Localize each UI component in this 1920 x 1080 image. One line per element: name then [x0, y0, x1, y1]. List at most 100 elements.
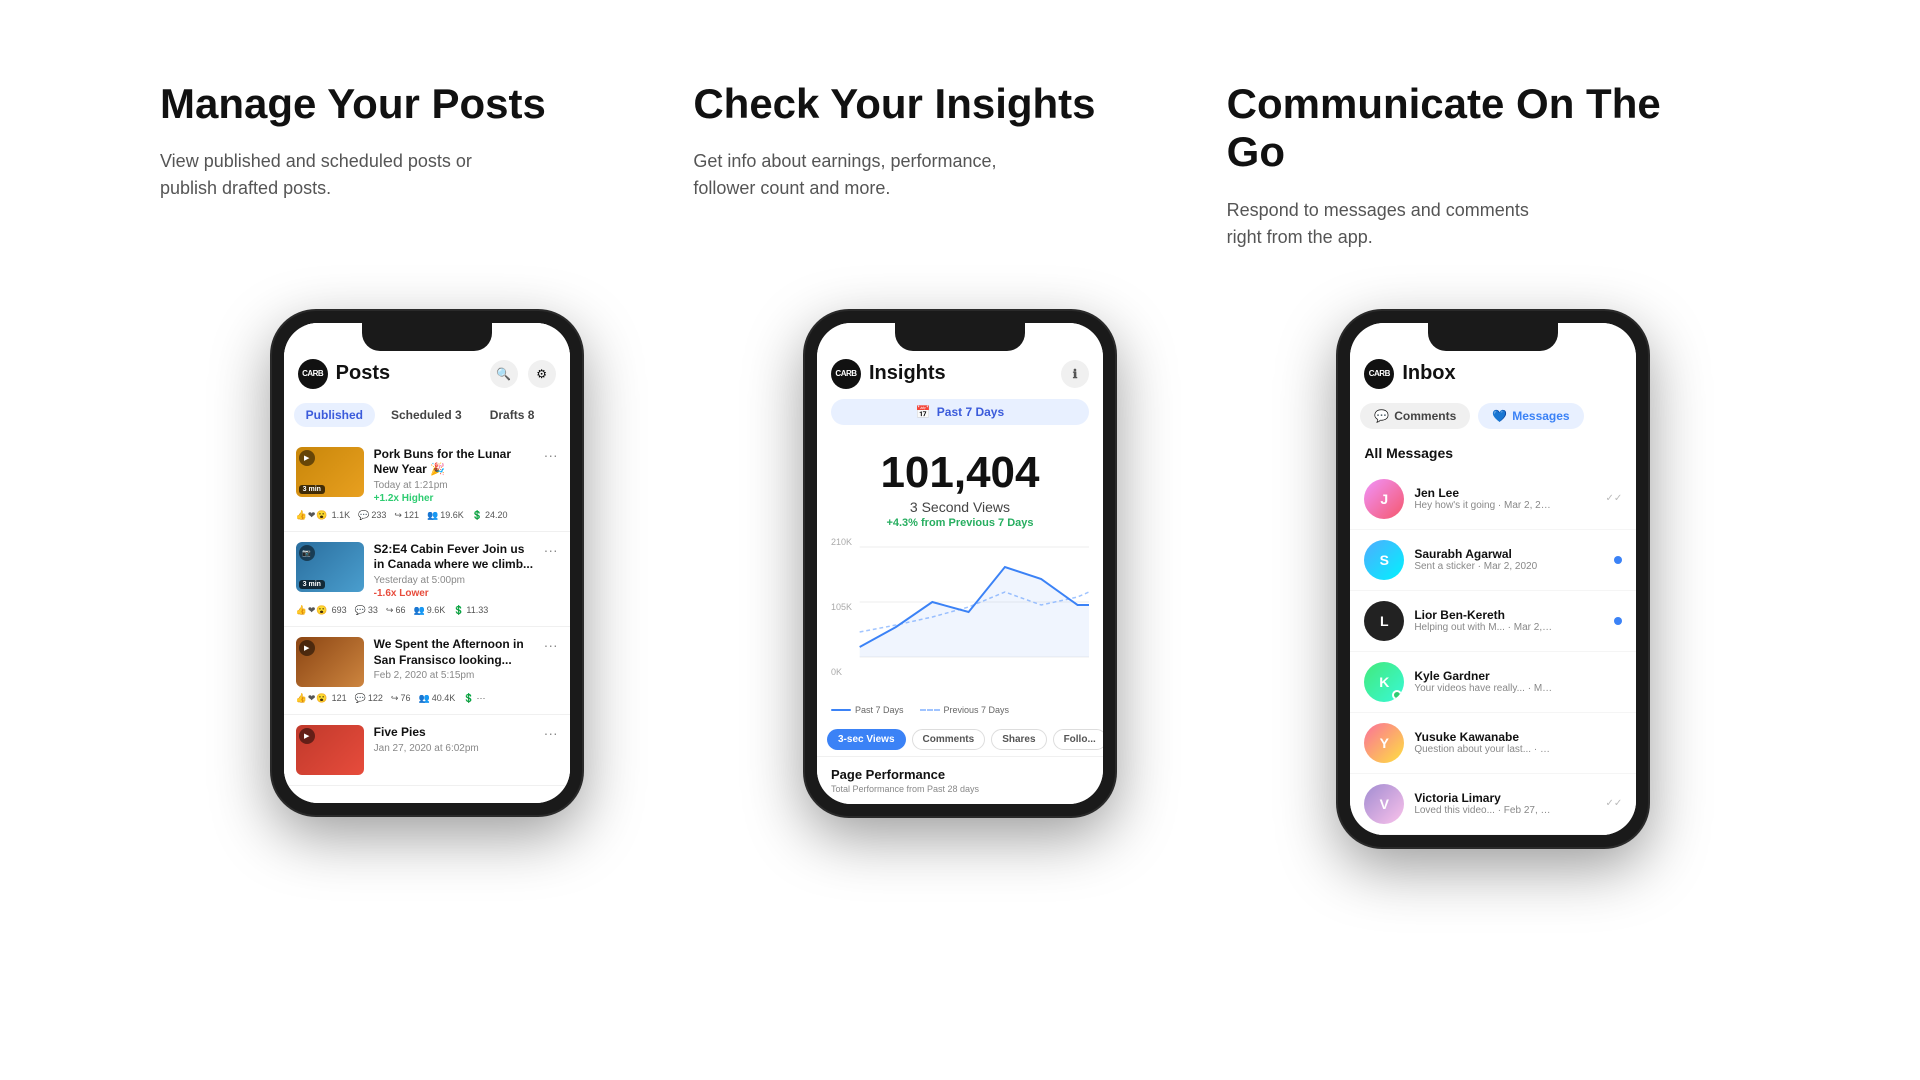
reach-icon-1: 👥 [427, 510, 438, 521]
post-item-4[interactable]: ▶ Five Pies ··· Jan 27, 2020 at 6:02pm [284, 715, 570, 786]
post-dots-4[interactable]: ··· [544, 725, 558, 741]
metric-change: +4.3% from Previous 7 Days [817, 517, 1103, 529]
post-item-1-top: ▶ 3 min Pork Buns for the Lunar New Year… [296, 447, 558, 504]
share-count-2: 66 [395, 605, 405, 615]
post-item-3[interactable]: ▶ We Spent the Afternoon in San Fransisc… [284, 627, 570, 715]
comment-count-3: 122 [368, 693, 383, 703]
chart-tab-views[interactable]: 3-sec Views [827, 729, 906, 750]
earnings-icon-1: 💲 [472, 510, 483, 521]
chart-tab-followers[interactable]: Follo... [1053, 729, 1103, 750]
msg-info-lior: Lior Ben-Kereth Helping out with M... · … [1414, 608, 1604, 633]
video-icon-4: ▶ [299, 728, 315, 744]
y-label-high: 210K [831, 537, 852, 547]
earnings-count-3: ··· [476, 693, 485, 703]
msg-preview-jen-lee: Hey how's it going · Mar 2, 2020 [1414, 500, 1554, 511]
message-item-jen-lee[interactable]: J Jen Lee Hey how's it going · Mar 2, 20… [1350, 469, 1636, 530]
chart-tabs: 3-sec Views Comments Shares Follo... [817, 723, 1103, 756]
search-icon[interactable]: 🔍 [490, 360, 518, 388]
tab-scheduled[interactable]: Scheduled 3 [379, 403, 474, 427]
inbox-header-left: CARB Inbox [1364, 359, 1455, 389]
duration-2: 3 min [299, 580, 325, 589]
stat-comments-2: 💬 33 [355, 605, 378, 616]
message-item-kyle[interactable]: K Kyle Gardner Your videos have really..… [1350, 652, 1636, 713]
earnings-count-1: 24.20 [485, 510, 508, 520]
page-wrapper: Manage Your Posts View published and sch… [0, 0, 1920, 847]
feature-insights-desc: Get info about earnings, performance, fo… [693, 148, 1033, 202]
chart-y-labels: 210K 105K 0K [831, 537, 852, 677]
post-dots-3[interactable]: ··· [544, 637, 558, 653]
share-icon-1: ↪ [394, 510, 402, 521]
post-item-1[interactable]: ▶ 3 min Pork Buns for the Lunar New Year… [284, 437, 570, 532]
filter-icon[interactable]: ⚙ [528, 360, 556, 388]
message-item-lior[interactable]: L Lior Ben-Kereth Helping out with M... … [1350, 591, 1636, 652]
tab-published[interactable]: Published [294, 403, 375, 427]
avatar-kyle: K [1364, 662, 1404, 702]
posts-screen: CARB Posts 🔍 ⚙ Published Scheduled 3 [284, 323, 570, 803]
chart-tab-shares[interactable]: Shares [991, 729, 1046, 750]
avatar-jen-lee: J [1364, 479, 1404, 519]
tab-messages[interactable]: 💙 Messages [1478, 403, 1583, 429]
post-thumb-1: ▶ 3 min [296, 447, 364, 497]
comment-tab-icon: 💬 [1374, 409, 1389, 423]
message-item-victoria[interactable]: V Victoria Limary Loved this video... · … [1350, 774, 1636, 835]
phone-insights-inner: CARB Insights ℹ 📅 Past 7 Days 101,404 3 … [817, 323, 1103, 804]
message-tab-label: Messages [1512, 409, 1569, 423]
calendar-icon: 📅 [916, 405, 931, 419]
phone-insights: CARB Insights ℹ 📅 Past 7 Days 101,404 3 … [805, 311, 1115, 816]
post-date-3: Feb 2, 2020 at 5:15pm [374, 670, 558, 681]
post-title-2: S2:E4 Cabin Fever Join us in Canada wher… [374, 542, 538, 573]
phone-inbox-inner: CARB Inbox 💬 Comments 💙 Message [1350, 323, 1636, 835]
post-stats-3: 👍 ❤ 😮 121 💬 122 [296, 693, 558, 704]
tab-drafts[interactable]: Drafts 8 [478, 403, 547, 427]
online-indicator-kyle [1392, 690, 1402, 700]
phone-insights-col: CARB Insights ℹ 📅 Past 7 Days 101,404 3 … [693, 311, 1226, 816]
feature-insights: Check Your Insights Get info about earni… [693, 80, 1226, 251]
reaction-icons-1: 👍 ❤ 😮 [296, 510, 328, 521]
insights-chart-svg [831, 537, 1089, 667]
post-item-2-top: 📷 3 min S2:E4 Cabin Fever Join us in Can… [296, 542, 558, 599]
comment-tab-label: Comments [1394, 409, 1456, 423]
post-dots-1[interactable]: ··· [544, 447, 558, 463]
stat-comments-1: 💬 233 [358, 510, 386, 521]
all-messages-label: All Messages [1350, 441, 1636, 469]
avatar-yusuke: Y [1364, 723, 1404, 763]
chart-area: 210K 105K 0K [817, 537, 1103, 697]
msg-info-yusuke: Yusuke Kawanabe Question about your last… [1414, 730, 1622, 755]
post-item-4-top: ▶ Five Pies ··· Jan 27, 2020 at 6:02pm [296, 725, 558, 775]
post-dots-2[interactable]: ··· [544, 542, 558, 558]
inbox-screen: CARB Inbox 💬 Comments 💙 Message [1350, 323, 1636, 835]
tab-comments[interactable]: 💬 Comments [1360, 403, 1470, 429]
phone-posts: CARB Posts 🔍 ⚙ Published Scheduled 3 [272, 311, 582, 815]
heart-icon: ❤ [308, 510, 316, 521]
message-item-saurabh[interactable]: S Saurabh Agarwal Sent a sticker · Mar 2… [1350, 530, 1636, 591]
legend-prev7: Previous 7 Days [920, 705, 1010, 715]
phone-posts-notch [362, 323, 492, 351]
posts-title: Posts [336, 362, 390, 385]
post-info-3: We Spent the Afternoon in San Fransisco … [374, 637, 558, 681]
y-label-low: 0K [831, 667, 852, 677]
stat-shares-1: ↪ 121 [394, 510, 419, 521]
post-date-4: Jan 27, 2020 at 6:02pm [374, 743, 558, 754]
stat-earnings-2: 💲 11.33 [453, 605, 488, 616]
post-title-row-3: We Spent the Afternoon in San Fransisco … [374, 637, 558, 668]
post-title-row-1: Pork Buns for the Lunar New Year 🎉 ··· [374, 447, 558, 478]
message-item-yusuke[interactable]: Y Yusuke Kawanabe Question about your la… [1350, 713, 1636, 774]
page-perf-title: Page Performance [831, 767, 1089, 782]
carb-logo-inbox: CARB [1364, 359, 1394, 389]
chart-tab-comments[interactable]: Comments [912, 729, 986, 750]
post-item-2[interactable]: 📷 3 min S2:E4 Cabin Fever Join us in Can… [284, 532, 570, 627]
metric-number: 101,404 [817, 451, 1103, 495]
date-range-button[interactable]: 📅 Past 7 Days [831, 399, 1089, 425]
feature-manage-posts-title: Manage Your Posts [160, 80, 633, 128]
reach-count-2: 9.6K [427, 605, 446, 615]
info-button[interactable]: ℹ [1061, 360, 1089, 388]
post-tag-2: -1.6x Lower [374, 588, 558, 599]
reach-count-1: 19.6K [440, 510, 464, 520]
post-title-3: We Spent the Afternoon in San Fransisco … [374, 637, 538, 668]
feature-manage-posts-desc: View published and scheduled posts or pu… [160, 148, 500, 202]
feature-insights-title: Check Your Insights [693, 80, 1166, 128]
stat-reactions-3: 👍 ❤ 😮 121 [296, 693, 347, 704]
insights-header-left: CARB Insights [831, 359, 946, 389]
features-row: Manage Your Posts View published and sch… [160, 80, 1760, 251]
stat-reach-2: 👥 9.6K [413, 605, 445, 616]
